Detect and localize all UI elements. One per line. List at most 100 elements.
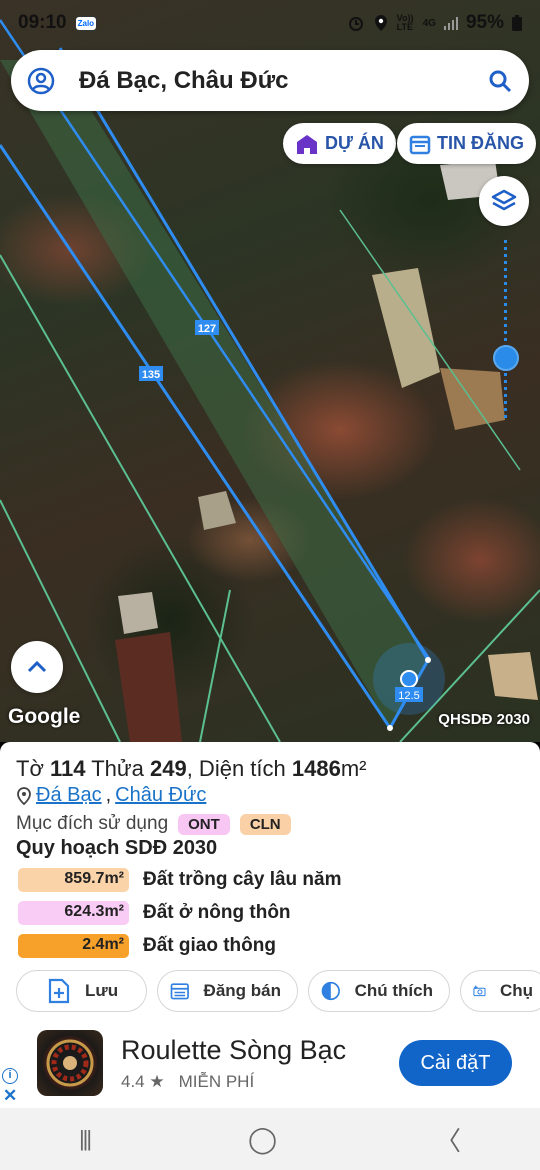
- vertex-dot: [387, 725, 393, 731]
- status-bar: 09:10 Zalo Vo)) LTE 4G 95%: [0, 0, 540, 46]
- ad-rating: 4.4 ★: [121, 1072, 165, 1091]
- thua-value: 249: [149, 756, 187, 781]
- legend-label: Đất trồng cây lâu năm: [143, 869, 342, 890]
- roof-shape: [372, 268, 440, 388]
- calendar-icon: [409, 135, 431, 154]
- action-row: Lưu Đăng bán Chú thích Chụ: [16, 970, 540, 1012]
- legend-label: Đất ở nông thôn: [143, 902, 291, 923]
- battery-icon: [512, 15, 522, 31]
- location-pin-icon: [17, 786, 31, 805]
- legend-value: 2.4m²: [18, 934, 129, 958]
- ad-rating-row: 4.4 ★ MIỄN PHÍ: [121, 1072, 254, 1092]
- purpose-tag[interactable]: CLN: [239, 813, 291, 835]
- save-label: Lưu: [85, 981, 119, 1000]
- roof-shape: [488, 652, 538, 700]
- location-dot: [400, 670, 418, 688]
- road-label-127: 127: [198, 323, 216, 335]
- legend-label: Đất giao thông: [143, 935, 276, 956]
- layers-icon: [491, 189, 517, 211]
- parcel-summary: Tờ 114 Thửa 249, Diện tích 1486m²: [16, 756, 366, 782]
- thua-label: Thửa: [91, 756, 144, 781]
- area-label: , Diện tích: [186, 756, 286, 781]
- du-an-label: DỰ ÁN: [325, 133, 384, 153]
- photo-button[interactable]: Chụ: [460, 970, 540, 1012]
- legend-row: 2.4m² Đất giao thông: [18, 934, 276, 958]
- vertex-dot: [425, 657, 431, 663]
- ad-banner[interactable]: i ✕ Roulette Sòng Bạc 4.4 ★ MIỄN PHÍ Cài…: [0, 1022, 540, 1108]
- volte-indicator: Vo)) LTE: [396, 13, 414, 32]
- location-link-district[interactable]: Châu Đức: [115, 784, 206, 807]
- roof-shape: [198, 491, 236, 530]
- chevron-up-icon: [27, 660, 47, 673]
- photo-label: Chụ: [499, 981, 533, 1000]
- post-sale-button[interactable]: Đăng bán: [157, 970, 298, 1012]
- search-icon[interactable]: [487, 68, 513, 94]
- area-value: 1486: [291, 756, 341, 781]
- legend-button[interactable]: Chú thích: [308, 970, 450, 1012]
- search-title[interactable]: Đá Bạc, Châu Đức: [79, 67, 487, 95]
- location-pin-icon: [374, 15, 387, 31]
- building-icon: [297, 134, 317, 154]
- roulette-wheel-icon: [46, 1039, 94, 1087]
- edge-length-label: 12.5: [398, 690, 419, 702]
- to-label: Tờ: [16, 756, 44, 781]
- parcel-sheet: Tờ 114 Thửa 249, Diện tích 1486m² Đá Bạc…: [0, 742, 540, 1022]
- ad-price: MIỄN PHÍ: [178, 1072, 255, 1091]
- google-attribution: Google: [8, 705, 81, 728]
- roof-shape: [440, 368, 505, 430]
- road-label-135: 135: [142, 369, 160, 381]
- roof-shape: [115, 632, 182, 742]
- back-button[interactable]: 〈: [435, 1121, 461, 1158]
- parcel-boundary: [0, 19, 432, 661]
- layers-button[interactable]: [479, 176, 529, 226]
- purpose-label: Mục đích sử dụng: [16, 813, 169, 834]
- neighbor-boundary: [199, 589, 231, 742]
- overlay-label: QHSDĐ 2030: [438, 711, 530, 728]
- legend-value: 624.3m²: [18, 901, 129, 925]
- du-an-button[interactable]: DỰ ÁN: [283, 123, 396, 164]
- ad-app-name[interactable]: Roulette Sòng Bạc: [121, 1035, 346, 1066]
- home-button[interactable]: ◯: [248, 1124, 277, 1155]
- system-nav-bar: ||| ◯ 〈: [0, 1108, 540, 1170]
- map-overlay: 127 135 12.5: [0, 19, 540, 742]
- tin-dang-label: TIN ĐĂNG: [437, 133, 524, 153]
- legend-row: 624.3m² Đất ở nông thôn: [18, 901, 291, 925]
- contrast-icon: [321, 981, 340, 1001]
- neighbor-boundary: [339, 209, 521, 471]
- post-label: Đăng bán: [203, 981, 281, 1000]
- purpose-row: Mục đích sử dụng ONT CLN: [16, 813, 291, 835]
- alarm-icon: [348, 17, 363, 31]
- account-icon[interactable]: [27, 67, 55, 95]
- location-separator: ,: [105, 784, 112, 806]
- zalo-icon: Zalo: [74, 15, 98, 31]
- expand-up-button[interactable]: [11, 641, 63, 693]
- recents-button[interactable]: |||: [79, 1126, 92, 1152]
- roof-shape: [118, 592, 158, 634]
- roulette-app-icon[interactable]: [37, 1030, 103, 1096]
- parcel-location: Đá Bạc, Châu Đức: [16, 784, 206, 807]
- purpose-tag[interactable]: ONT: [178, 813, 230, 835]
- legend-row: 859.7m² Đất trồng cây lâu năm: [18, 868, 342, 892]
- satellite-map[interactable]: 127 135 12.5: [0, 0, 540, 742]
- plan-title: Quy hoạch SDĐ 2030: [16, 837, 218, 859]
- opacity-slider-thumb[interactable]: [493, 345, 519, 371]
- legend-value: 859.7m²: [18, 868, 129, 892]
- opacity-slider-track[interactable]: [504, 240, 507, 420]
- signal-icon: [443, 17, 458, 30]
- area-unit: m²: [340, 756, 367, 781]
- save-button[interactable]: Lưu: [16, 970, 147, 1012]
- add-file-icon: [48, 978, 70, 1004]
- ad-install-button[interactable]: Cài đặT: [399, 1040, 512, 1086]
- tin-dang-button[interactable]: TIN ĐĂNG: [397, 123, 536, 164]
- legend-label: Chú thích: [354, 981, 433, 1000]
- ad-info-icon[interactable]: i: [2, 1068, 18, 1084]
- battery-percent: 95%: [465, 12, 504, 33]
- search-bar[interactable]: Đá Bạc, Châu Đức: [11, 50, 529, 111]
- network-gen: 4G: [422, 17, 436, 29]
- to-value: 114: [50, 756, 86, 781]
- calendar-icon: [170, 983, 189, 1000]
- location-link-commune[interactable]: Đá Bạc: [36, 784, 102, 807]
- status-time: 09:10: [18, 12, 67, 33]
- ad-close-icon[interactable]: ✕: [3, 1086, 17, 1106]
- add-photo-icon: [473, 985, 486, 997]
